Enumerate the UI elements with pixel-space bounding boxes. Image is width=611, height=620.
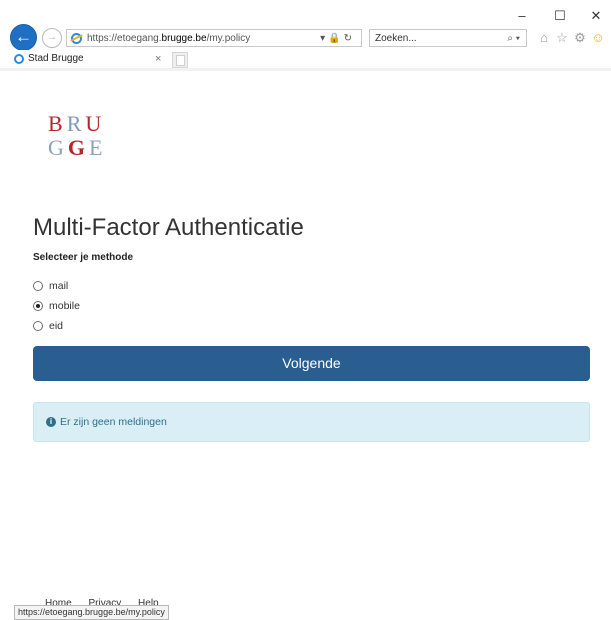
favorites-star-icon[interactable]: ☆ bbox=[553, 29, 571, 47]
search-icon[interactable]: ⌕ ▾ bbox=[507, 30, 520, 48]
method-label: Selecteer je methode bbox=[33, 252, 134, 263]
browser-chrome: – ☐ ✕ ← → https://etoegang.brugge.be/my.… bbox=[0, 0, 611, 71]
address-url: https://etoegang.brugge.be/my.policy bbox=[87, 33, 251, 44]
option-label: mail bbox=[49, 280, 69, 292]
back-button[interactable]: ← bbox=[10, 24, 37, 51]
alert-text: Er zijn geen meldingen bbox=[60, 416, 167, 428]
radio-eid[interactable] bbox=[33, 321, 43, 331]
radio-mobile[interactable] bbox=[33, 301, 43, 311]
lock-icon: 🔒 bbox=[328, 33, 344, 44]
option-label: eid bbox=[49, 320, 64, 332]
dropdown-icon: ▾ bbox=[320, 33, 329, 44]
tab-bar: Stad Brugge × bbox=[0, 50, 611, 69]
settings-gear-icon[interactable]: ⚙ bbox=[571, 29, 589, 47]
ie-tab-icon bbox=[14, 54, 24, 64]
refresh-icon: ↻ bbox=[343, 33, 355, 44]
search-placeholder: Zoeken... bbox=[375, 33, 417, 44]
info-icon: i bbox=[46, 417, 56, 427]
option-label: mobile bbox=[49, 300, 80, 312]
feedback-smiley-icon[interactable]: ☺ bbox=[589, 29, 607, 47]
search-input[interactable]: Zoeken... ⌕ ▾ bbox=[369, 29, 527, 47]
ie-icon bbox=[71, 33, 82, 44]
chrome-divider bbox=[0, 68, 611, 71]
maximize-button[interactable]: ☐ bbox=[550, 8, 570, 24]
notification-alert: i Er zijn geen meldingen bbox=[33, 402, 590, 442]
tab-title: Stad Brugge bbox=[28, 53, 84, 64]
address-actions[interactable]: ▾🔒↻ bbox=[320, 30, 355, 48]
tab-close-icon[interactable]: × bbox=[155, 50, 161, 68]
home-icon[interactable]: ⌂ bbox=[535, 29, 553, 47]
brugge-logo: BRU GGE bbox=[48, 111, 107, 160]
forward-button[interactable]: → bbox=[42, 28, 62, 48]
new-tab-button[interactable] bbox=[172, 52, 188, 68]
minimize-button[interactable]: – bbox=[512, 8, 532, 24]
page-title: Multi-Factor Authenticatie bbox=[33, 214, 304, 241]
next-button[interactable]: Volgende bbox=[33, 346, 590, 381]
tab-stad-brugge[interactable]: Stad Brugge × bbox=[12, 50, 172, 69]
close-window-button[interactable]: ✕ bbox=[586, 8, 606, 24]
address-bar[interactable]: https://etoegang.brugge.be/my.policy ▾🔒↻ bbox=[66, 29, 362, 47]
radio-mail[interactable] bbox=[33, 281, 43, 291]
